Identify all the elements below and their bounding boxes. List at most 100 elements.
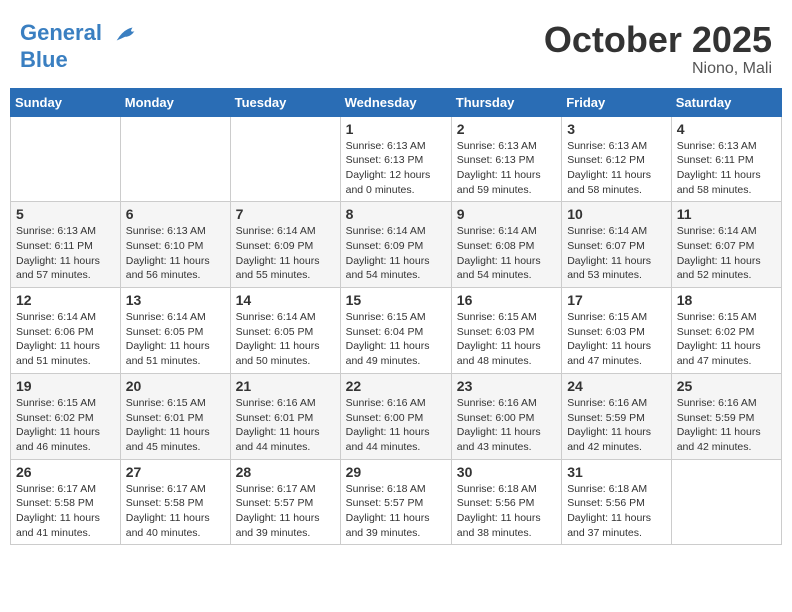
day-number: 5	[16, 206, 115, 222]
calendar-cell: 30 Sunrise: 6:18 AM Sunset: 5:56 PM Dayli…	[451, 459, 561, 545]
calendar-cell: 6 Sunrise: 6:13 AM Sunset: 6:10 PM Daylig…	[120, 202, 230, 288]
logo-blue: Blue	[20, 48, 140, 72]
weekday-header-thursday: Thursday	[451, 88, 561, 116]
day-number: 31	[567, 464, 666, 480]
day-number: 11	[677, 206, 776, 222]
weekday-header-monday: Monday	[120, 88, 230, 116]
calendar-cell: 19 Sunrise: 6:15 AM Sunset: 6:02 PM Dayli…	[11, 373, 121, 459]
day-info: Sunrise: 6:14 AM Sunset: 6:07 PM Dayligh…	[677, 224, 776, 283]
calendar-cell: 17 Sunrise: 6:15 AM Sunset: 6:03 PM Dayli…	[562, 288, 672, 374]
day-number: 13	[126, 292, 225, 308]
calendar-cell: 25Sunrise: 6:16 AM Sunset: 5:59 PM Dayli…	[671, 373, 781, 459]
day-number: 21	[236, 378, 335, 394]
logo-bird-icon	[112, 20, 140, 48]
calendar-cell: 14 Sunrise: 6:14 AM Sunset: 6:05 PM Dayli…	[230, 288, 340, 374]
day-info: Sunrise: 6:14 AM Sunset: 6:07 PM Dayligh…	[567, 224, 666, 283]
calendar-cell: 8Sunrise: 6:14 AM Sunset: 6:09 PM Daylig…	[340, 202, 451, 288]
day-number: 27	[126, 464, 225, 480]
logo: General Blue	[20, 20, 140, 72]
day-info: Sunrise: 6:17 AM Sunset: 5:58 PM Dayligh…	[16, 482, 115, 541]
day-number: 26	[16, 464, 115, 480]
day-number: 29	[346, 464, 446, 480]
day-info: Sunrise: 6:14 AM Sunset: 6:05 PM Dayligh…	[236, 310, 335, 369]
calendar-cell	[11, 116, 121, 202]
day-info: Sunrise: 6:13 AM Sunset: 6:11 PM Dayligh…	[16, 224, 115, 283]
calendar-cell: 1 Sunrise: 6:13 AM Sunset: 6:13 PM Daylig…	[340, 116, 451, 202]
calendar-cell: 27 Sunrise: 6:17 AM Sunset: 5:58 PM Dayli…	[120, 459, 230, 545]
page-header: General Blue October 2025 Niono, Mali	[10, 10, 782, 83]
day-info: Sunrise: 6:15 AM Sunset: 6:03 PM Dayligh…	[457, 310, 556, 369]
day-info: Sunrise: 6:15 AM Sunset: 6:03 PM Dayligh…	[567, 310, 666, 369]
calendar-cell: 11 Sunrise: 6:14 AM Sunset: 6:07 PM Dayli…	[671, 202, 781, 288]
calendar-cell: 10Sunrise: 6:14 AM Sunset: 6:07 PM Dayli…	[562, 202, 672, 288]
calendar-cell: 12 Sunrise: 6:14 AM Sunset: 6:06 PM Dayli…	[11, 288, 121, 374]
month-year-title: October 2025	[544, 20, 772, 60]
day-info: Sunrise: 6:14 AM Sunset: 6:09 PM Dayligh…	[236, 224, 335, 283]
calendar-cell: 3Sunrise: 6:13 AM Sunset: 6:12 PM Daylig…	[562, 116, 672, 202]
calendar-cell	[120, 116, 230, 202]
weekday-header-wednesday: Wednesday	[340, 88, 451, 116]
day-number: 6	[126, 206, 225, 222]
day-info: Sunrise: 6:14 AM Sunset: 6:05 PM Dayligh…	[126, 310, 225, 369]
day-info: Sunrise: 6:17 AM Sunset: 5:57 PM Dayligh…	[236, 482, 335, 541]
weekday-header-tuesday: Tuesday	[230, 88, 340, 116]
day-number: 4	[677, 121, 776, 137]
day-number: 14	[236, 292, 335, 308]
day-info: Sunrise: 6:18 AM Sunset: 5:57 PM Dayligh…	[346, 482, 446, 541]
weekday-header-saturday: Saturday	[671, 88, 781, 116]
day-info: Sunrise: 6:13 AM Sunset: 6:10 PM Dayligh…	[126, 224, 225, 283]
day-number: 20	[126, 378, 225, 394]
day-number: 24	[567, 378, 666, 394]
calendar-cell: 7Sunrise: 6:14 AM Sunset: 6:09 PM Daylig…	[230, 202, 340, 288]
day-info: Sunrise: 6:14 AM Sunset: 6:08 PM Dayligh…	[457, 224, 556, 283]
day-number: 3	[567, 121, 666, 137]
day-number: 9	[457, 206, 556, 222]
weekday-header-friday: Friday	[562, 88, 672, 116]
day-info: Sunrise: 6:13 AM Sunset: 6:11 PM Dayligh…	[677, 139, 776, 198]
calendar-cell	[230, 116, 340, 202]
day-info: Sunrise: 6:18 AM Sunset: 5:56 PM Dayligh…	[457, 482, 556, 541]
calendar-cell: 4 Sunrise: 6:13 AM Sunset: 6:11 PM Daylig…	[671, 116, 781, 202]
day-info: Sunrise: 6:13 AM Sunset: 6:13 PM Dayligh…	[346, 139, 446, 198]
day-number: 25	[677, 378, 776, 394]
day-info: Sunrise: 6:14 AM Sunset: 6:06 PM Dayligh…	[16, 310, 115, 369]
location-subtitle: Niono, Mali	[544, 60, 772, 78]
day-info: Sunrise: 6:15 AM Sunset: 6:01 PM Dayligh…	[126, 396, 225, 455]
calendar-week-row: 19 Sunrise: 6:15 AM Sunset: 6:02 PM Dayli…	[11, 373, 782, 459]
logo-general: General	[20, 20, 102, 45]
day-number: 30	[457, 464, 556, 480]
calendar-week-row: 5 Sunrise: 6:13 AM Sunset: 6:11 PM Daylig…	[11, 202, 782, 288]
calendar-week-row: 26 Sunrise: 6:17 AM Sunset: 5:58 PM Dayli…	[11, 459, 782, 545]
day-info: Sunrise: 6:16 AM Sunset: 5:59 PM Dayligh…	[567, 396, 666, 455]
day-number: 28	[236, 464, 335, 480]
calendar-cell: 22Sunrise: 6:16 AM Sunset: 6:00 PM Dayli…	[340, 373, 451, 459]
calendar-table: SundayMondayTuesdayWednesdayThursdayFrid…	[10, 88, 782, 546]
day-number: 19	[16, 378, 115, 394]
day-number: 18	[677, 292, 776, 308]
calendar-cell: 5 Sunrise: 6:13 AM Sunset: 6:11 PM Daylig…	[11, 202, 121, 288]
calendar-cell: 13 Sunrise: 6:14 AM Sunset: 6:05 PM Dayli…	[120, 288, 230, 374]
day-number: 1	[346, 121, 446, 137]
calendar-cell: 28 Sunrise: 6:17 AM Sunset: 5:57 PM Dayli…	[230, 459, 340, 545]
day-info: Sunrise: 6:15 AM Sunset: 6:02 PM Dayligh…	[16, 396, 115, 455]
weekday-header-sunday: Sunday	[11, 88, 121, 116]
calendar-cell: 26 Sunrise: 6:17 AM Sunset: 5:58 PM Dayli…	[11, 459, 121, 545]
day-info: Sunrise: 6:14 AM Sunset: 6:09 PM Dayligh…	[346, 224, 446, 283]
day-number: 12	[16, 292, 115, 308]
day-info: Sunrise: 6:18 AM Sunset: 5:56 PM Dayligh…	[567, 482, 666, 541]
calendar-cell: 24 Sunrise: 6:16 AM Sunset: 5:59 PM Dayli…	[562, 373, 672, 459]
calendar-cell: 29 Sunrise: 6:18 AM Sunset: 5:57 PM Dayli…	[340, 459, 451, 545]
logo-text: General	[20, 20, 140, 48]
day-info: Sunrise: 6:16 AM Sunset: 6:00 PM Dayligh…	[346, 396, 446, 455]
day-info: Sunrise: 6:17 AM Sunset: 5:58 PM Dayligh…	[126, 482, 225, 541]
calendar-cell: 15Sunrise: 6:15 AM Sunset: 6:04 PM Dayli…	[340, 288, 451, 374]
calendar-cell	[671, 459, 781, 545]
calendar-cell: 16Sunrise: 6:15 AM Sunset: 6:03 PM Dayli…	[451, 288, 561, 374]
day-number: 17	[567, 292, 666, 308]
day-number: 2	[457, 121, 556, 137]
calendar-cell: 21Sunrise: 6:16 AM Sunset: 6:01 PM Dayli…	[230, 373, 340, 459]
calendar-cell: 20 Sunrise: 6:15 AM Sunset: 6:01 PM Dayli…	[120, 373, 230, 459]
day-info: Sunrise: 6:15 AM Sunset: 6:04 PM Dayligh…	[346, 310, 446, 369]
calendar-cell: 9 Sunrise: 6:14 AM Sunset: 6:08 PM Daylig…	[451, 202, 561, 288]
weekday-header-row: SundayMondayTuesdayWednesdayThursdayFrid…	[11, 88, 782, 116]
